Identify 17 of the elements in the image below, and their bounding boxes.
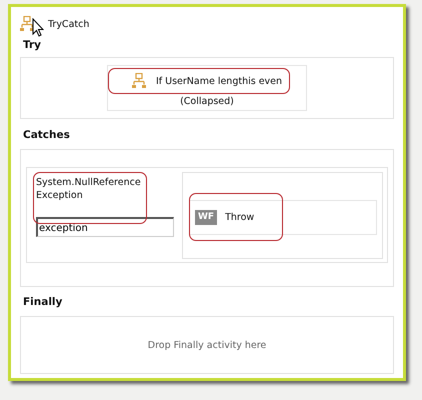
variable-field[interactable]: exception	[36, 217, 174, 237]
flowchart-icon	[132, 73, 146, 89]
drop-hint: Drop Finally activity here	[148, 340, 266, 350]
wf-icon: WF	[195, 210, 218, 225]
section-label: Finally	[23, 295, 64, 310]
activity-card[interactable]: If UserName lengthis even (Collapsed)	[107, 65, 307, 111]
section-label: Catches	[23, 128, 71, 143]
activity-name: If UserName lengthis even	[156, 76, 282, 86]
activity-name: Throw	[225, 212, 254, 223]
drop-zone[interactable]: Drop Finally activity here	[20, 316, 394, 374]
flowchart-icon	[20, 16, 34, 32]
cursor-icon	[32, 18, 44, 37]
section-label: Try	[23, 38, 42, 53]
collapsed-label: (Collapsed)	[180, 96, 234, 107]
exception-type: System.NullReferenceException	[36, 176, 142, 202]
activity-title: TryCatch	[48, 18, 90, 30]
activity-card[interactable]: WF Throw	[189, 200, 377, 235]
